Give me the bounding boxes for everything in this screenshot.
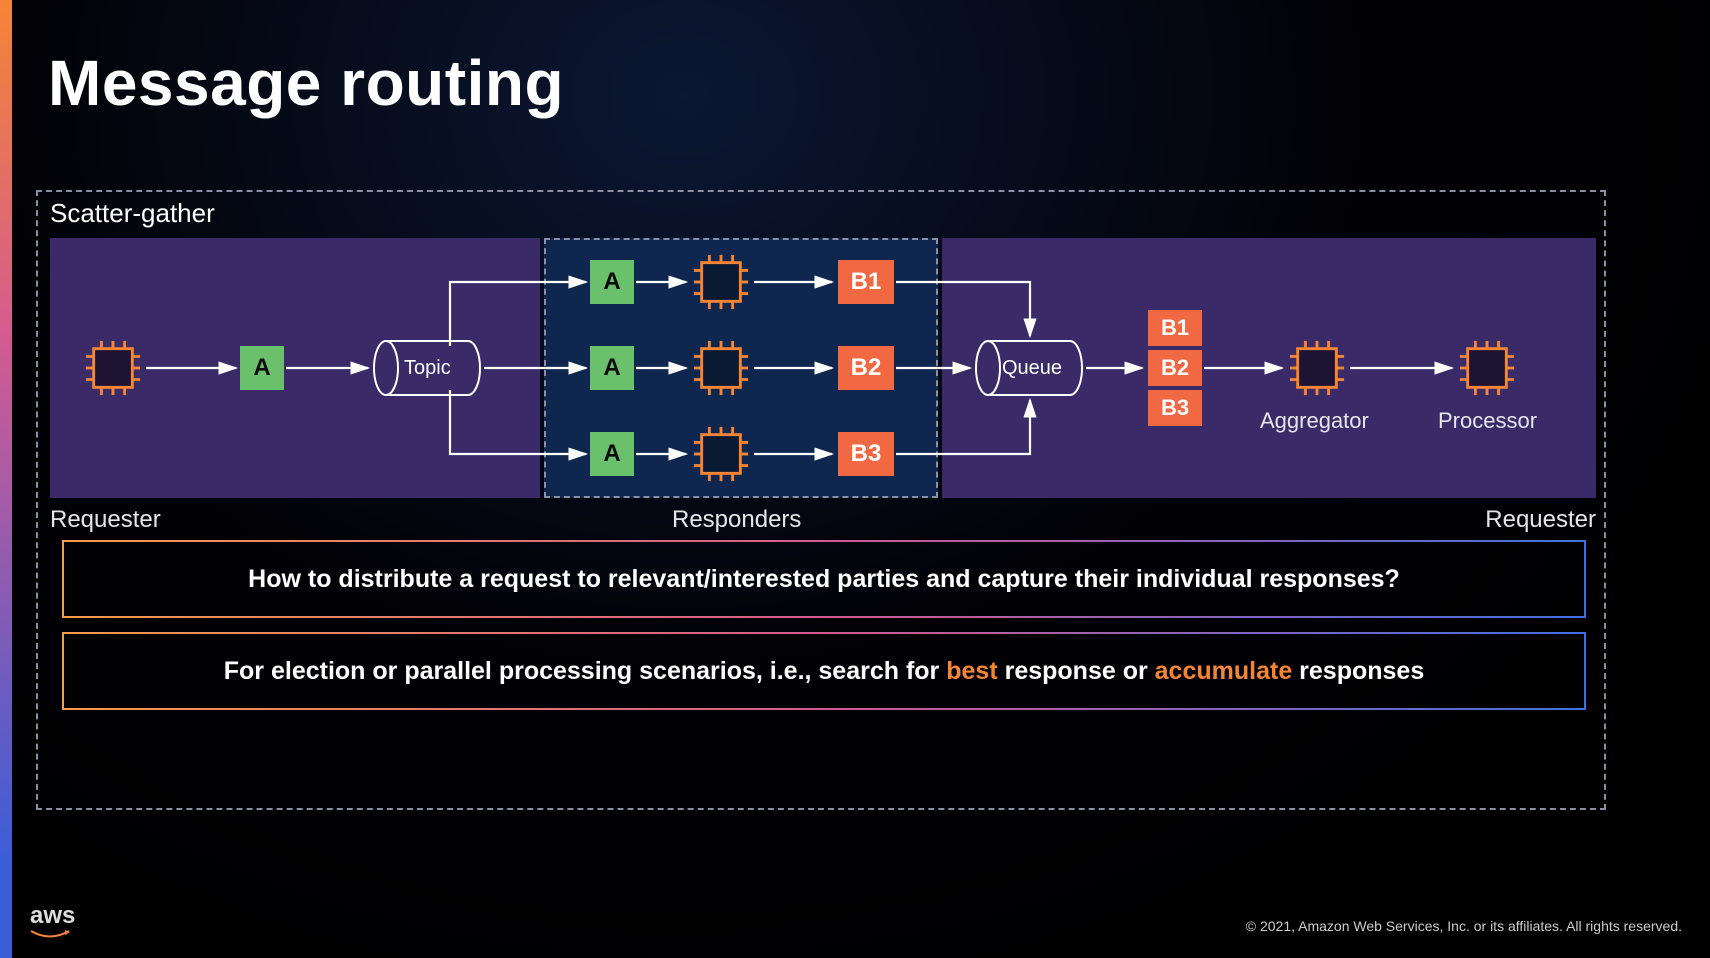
- msg-stack-b3: B3: [1148, 390, 1202, 426]
- msg-stack-b1: B1: [1148, 310, 1202, 346]
- chip-processor: [1458, 339, 1516, 397]
- scatter-gather-label: Scatter-gather: [50, 198, 215, 229]
- msg-b1: B1: [838, 260, 894, 304]
- copyright: © 2021, Amazon Web Services, Inc. or its…: [1246, 918, 1682, 934]
- chip-requester: [84, 339, 142, 397]
- slide: Message routing Scatter-gather Requester…: [0, 0, 1710, 958]
- topic-label: Topic: [404, 357, 451, 380]
- topic-cylinder: Topic: [372, 339, 482, 397]
- label-processor: Processor: [1438, 408, 1537, 434]
- accent-bar: [0, 0, 12, 958]
- pill-scenarios: For election or parallel processing scen…: [62, 632, 1586, 710]
- scatter-gather-box: Scatter-gather Requester Responders Requ…: [36, 190, 1606, 810]
- label-responders: Responders: [672, 506, 801, 534]
- chip-responder-1: [692, 253, 750, 311]
- msg-a-row2: A: [590, 346, 634, 390]
- pill-question: How to distribute a request to relevant/…: [62, 540, 1586, 618]
- queue-label: Queue: [1002, 357, 1062, 380]
- diagram: Requester Responders Requester A Topic A…: [50, 238, 1596, 498]
- msg-a-row1: A: [590, 260, 634, 304]
- label-requester: Requester: [50, 506, 161, 534]
- slide-title: Message routing: [48, 46, 564, 120]
- chip-aggregator: [1288, 339, 1346, 397]
- label-aggregator: Aggregator: [1260, 408, 1369, 434]
- chip-responder-3: [692, 425, 750, 483]
- label-requester-right: Requester: [1485, 506, 1596, 534]
- pill-question-text: How to distribute a request to relevant/…: [248, 565, 1400, 594]
- msg-b2: B2: [838, 346, 894, 390]
- msg-stack-b2: B2: [1148, 350, 1202, 386]
- queue-cylinder: Queue: [974, 339, 1084, 397]
- aws-logo: aws: [30, 902, 75, 940]
- msg-b3: B3: [838, 432, 894, 476]
- msg-a-initial: A: [240, 346, 284, 390]
- chip-responder-2: [692, 339, 750, 397]
- pill-scenarios-text: For election or parallel processing scen…: [224, 657, 1424, 686]
- msg-a-row3: A: [590, 432, 634, 476]
